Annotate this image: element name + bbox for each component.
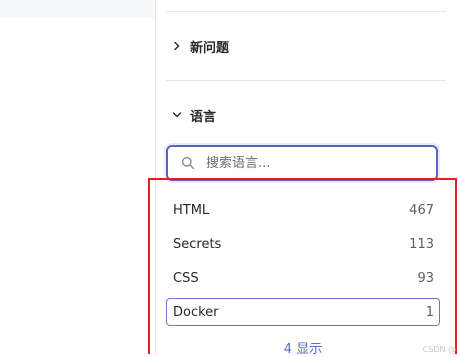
- chevron-right-icon: [170, 39, 184, 53]
- section-language-label: 语言: [190, 109, 217, 125]
- language-name: HTML: [173, 202, 210, 218]
- left-pane: [0, 0, 155, 354]
- filter-sidebar: 新问题 语言 HTML 467 Secrets 113 CSS 93: [156, 0, 458, 357]
- section-new-issues-label: 新问题: [190, 40, 230, 56]
- language-name: CSS: [173, 270, 199, 286]
- chevron-down-icon: [170, 108, 184, 122]
- section-language[interactable]: 语言: [170, 104, 216, 126]
- divider-middle: [166, 80, 446, 81]
- section-new-issues[interactable]: 新问题: [170, 35, 229, 57]
- language-count: 93: [417, 270, 434, 286]
- search-icon: [180, 155, 196, 171]
- left-topbar: [0, 0, 155, 18]
- language-item-secrets[interactable]: Secrets 113: [166, 230, 440, 258]
- language-item-html[interactable]: HTML 467: [166, 196, 440, 224]
- language-count: 1: [425, 304, 434, 320]
- language-list: HTML 467 Secrets 113 CSS 93 Docker 1: [166, 196, 440, 332]
- language-count: 113: [409, 236, 434, 252]
- divider-top: [166, 11, 446, 12]
- language-item-css[interactable]: CSS 93: [166, 264, 440, 292]
- language-search-box[interactable]: [166, 145, 438, 181]
- language-count: 467: [409, 202, 434, 218]
- show-more-link[interactable]: 4 显示: [166, 338, 440, 357]
- language-search-input[interactable]: [204, 154, 428, 172]
- language-name: Secrets: [173, 236, 222, 252]
- watermark: CSDN @: [422, 345, 456, 354]
- language-item-docker[interactable]: Docker 1: [166, 298, 440, 326]
- language-name: Docker: [173, 304, 219, 320]
